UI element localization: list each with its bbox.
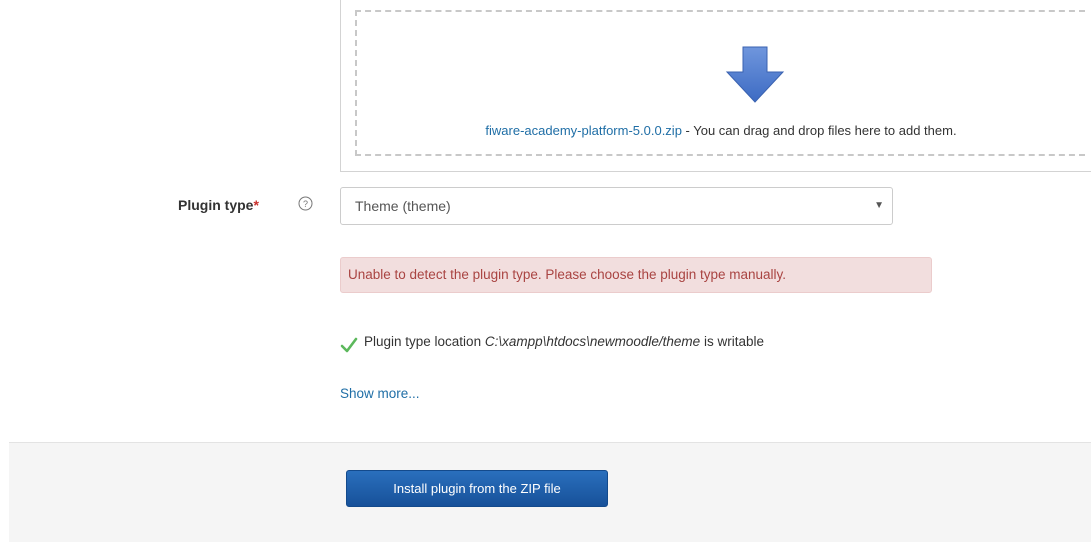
install-plugin-form: fiware-academy-platform-5.0.0.zip - You … [0, 0, 1091, 542]
plugin-type-label-text: Plugin type [178, 197, 254, 213]
plugin-type-selected-value: Theme (theme) [355, 198, 451, 214]
plugin-location-status: Plugin type location C:\xampp\htdocs\new… [364, 334, 764, 349]
plugin-type-error-alert: Unable to detect the plugin type. Please… [340, 257, 932, 293]
svg-text:?: ? [303, 199, 308, 209]
check-icon [340, 337, 358, 353]
plugin-type-select[interactable]: Theme (theme) ▼ [340, 187, 893, 225]
caret-down-icon: ▼ [874, 200, 884, 211]
location-suffix: is writable [700, 334, 764, 349]
question-circle-icon[interactable]: ? [298, 196, 313, 211]
location-path: C:\xampp\htdocs\newmoodle/theme [484, 334, 701, 349]
uploaded-file-link[interactable]: fiware-academy-platform-5.0.0.zip [485, 123, 682, 138]
install-plugin-button[interactable]: Install plugin from the ZIP file [346, 470, 608, 507]
dropzone-text: fiware-academy-platform-5.0.0.zip - You … [357, 123, 1085, 138]
plugin-type-label: Plugin type* [178, 197, 259, 213]
dropzone-dashed-area[interactable]: fiware-academy-platform-5.0.0.zip - You … [355, 10, 1085, 156]
show-more-link[interactable]: Show more... [340, 386, 420, 401]
file-dropzone[interactable]: fiware-academy-platform-5.0.0.zip - You … [340, 0, 1091, 172]
down-arrow-icon [725, 46, 785, 103]
required-marker: * [253, 197, 259, 213]
dropzone-hint: - You can drag and drop files here to ad… [681, 123, 957, 138]
location-prefix: Plugin type location [364, 334, 485, 349]
